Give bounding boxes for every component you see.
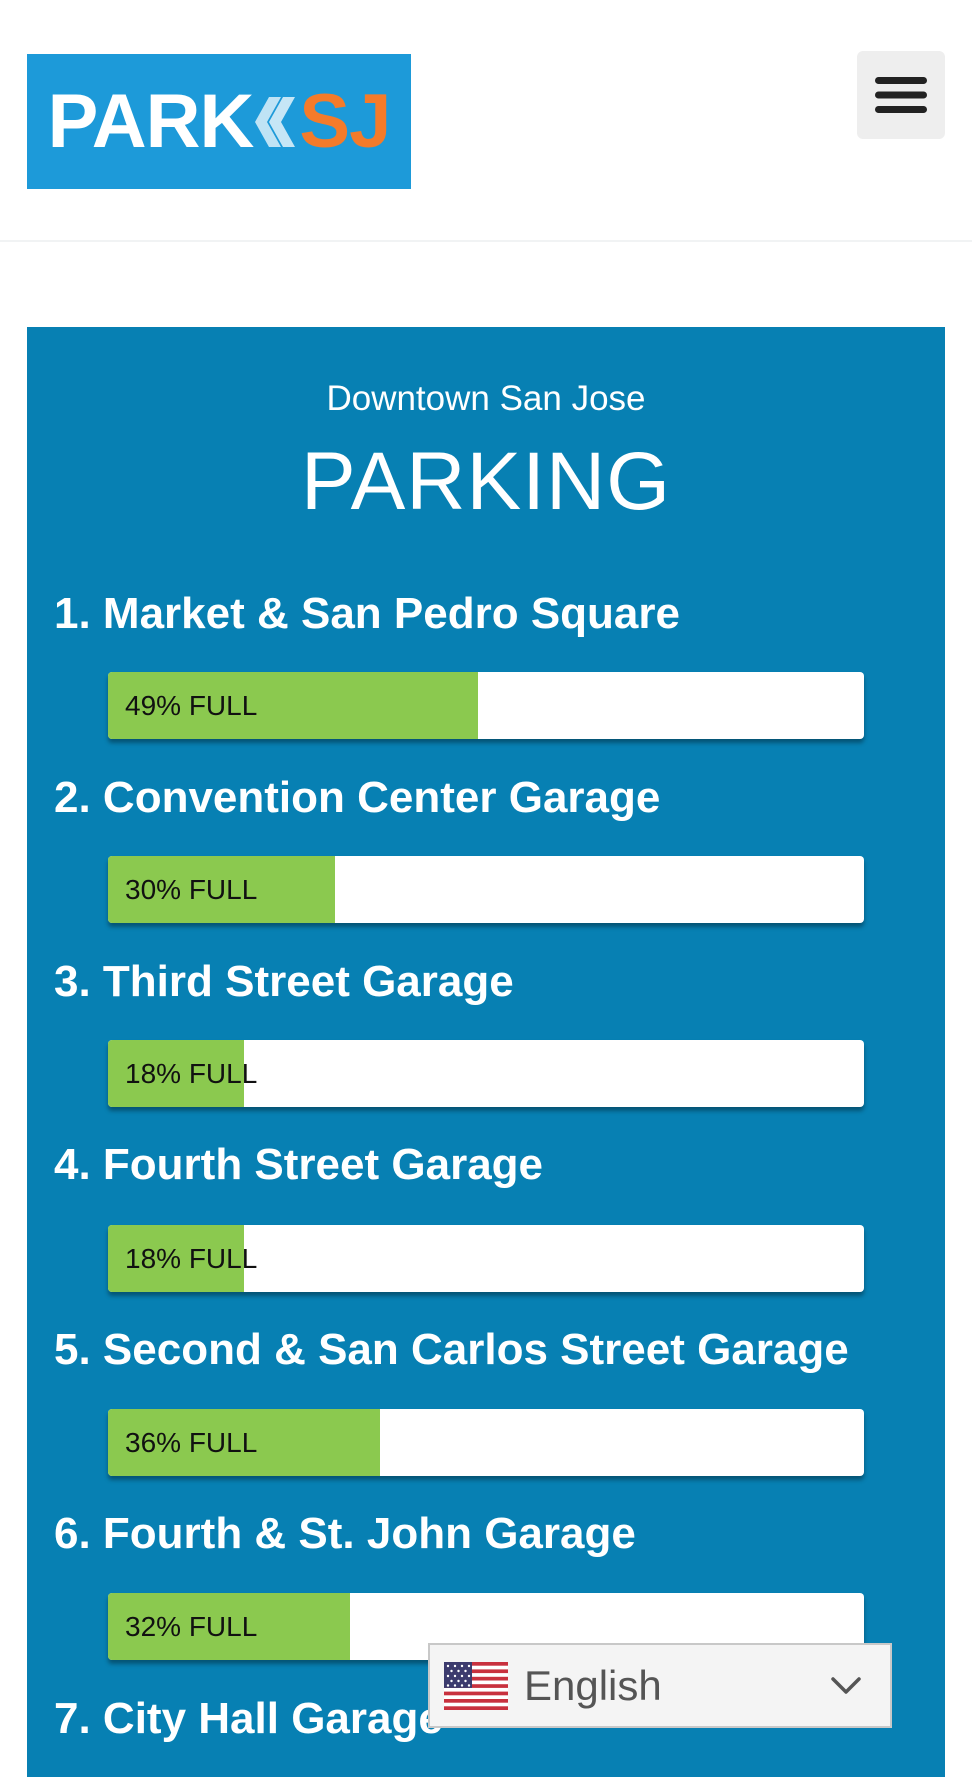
occupancy-label: 36% FULL xyxy=(125,1427,258,1458)
garage-name[interactable]: 2. Convention Center Garage xyxy=(54,773,660,823)
occupancy-label: 49% FULL xyxy=(125,690,258,721)
parking-status-panel: Downtown San Jose PARKING 1. Market & Sa… xyxy=(27,327,945,1777)
occupancy-bar: 30% FULL xyxy=(108,856,864,923)
parksj-logo[interactable]: PARK SJ xyxy=(27,54,411,189)
hamburger-icon xyxy=(875,77,927,113)
occupancy-bar: 49% FULL xyxy=(108,672,864,739)
occupancy-bar: 18% FULL xyxy=(108,1040,864,1107)
garage-name[interactable]: 6. Fourth & St. John Garage xyxy=(54,1509,636,1559)
menu-button[interactable] xyxy=(857,51,945,139)
panel-title: PARKING xyxy=(301,436,671,527)
occupancy-label: 18% FULL xyxy=(125,1058,258,1089)
occupancy-label: 30% FULL xyxy=(125,874,258,905)
panel-subtitle: Downtown San Jose xyxy=(326,379,646,418)
garage-name[interactable]: 4. Fourth Street Garage xyxy=(54,1140,543,1190)
occupancy-label: 18% FULL xyxy=(125,1243,258,1274)
garage-name[interactable]: 5. Second & San Carlos Street Garage xyxy=(54,1325,849,1375)
occupancy-label: 32% FULL xyxy=(125,1611,258,1642)
site-header: PARK SJ xyxy=(0,0,972,242)
logo-chevron-icon xyxy=(255,96,296,147)
language-selector[interactable]: English xyxy=(428,1643,892,1728)
us-flag-icon xyxy=(444,1661,508,1710)
logo-sj-text: SJ xyxy=(299,79,391,164)
logo-park-text: PARK xyxy=(47,79,255,164)
garage-name[interactable]: 3. Third Street Garage xyxy=(54,957,514,1007)
chevron-down-icon xyxy=(831,1677,861,1694)
language-label: English xyxy=(524,1661,662,1709)
occupancy-bar: 36% FULL xyxy=(108,1409,864,1476)
garage-name[interactable]: 1. Market & San Pedro Square xyxy=(54,589,680,639)
garage-name[interactable]: 7. City Hall Garage xyxy=(54,1694,443,1744)
occupancy-bar: 18% FULL xyxy=(108,1225,864,1292)
